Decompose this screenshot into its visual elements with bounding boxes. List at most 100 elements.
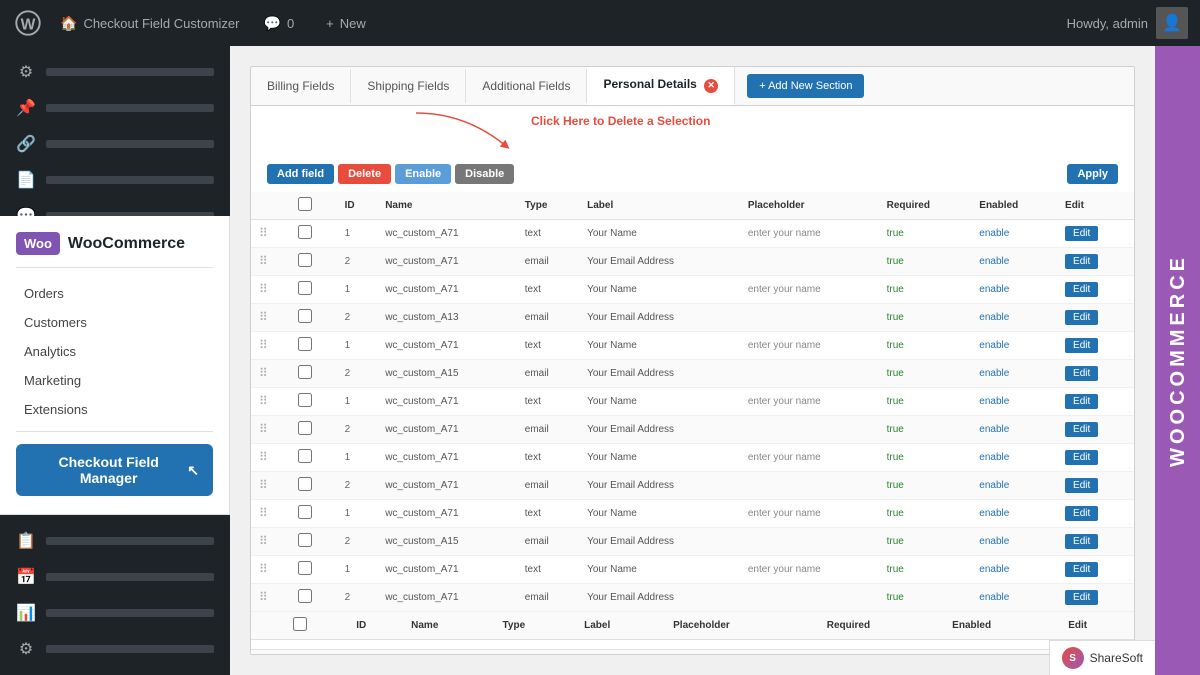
row-checkbox-cell[interactable]	[290, 219, 337, 247]
row-checkbox[interactable]	[298, 337, 312, 351]
sidebar-item-analytics[interactable]: 📊	[0, 595, 230, 631]
drag-handle[interactable]: ⠿	[251, 443, 290, 471]
woo-menu-marketing[interactable]: Marketing	[16, 367, 213, 394]
row-edit-cell[interactable]: Edit	[1057, 219, 1134, 247]
edit-button[interactable]: Edit	[1065, 394, 1098, 409]
edit-button[interactable]: Edit	[1065, 590, 1098, 605]
edit-button[interactable]: Edit	[1065, 282, 1098, 297]
row-edit-cell[interactable]: Edit	[1057, 555, 1134, 583]
row-edit-cell[interactable]: Edit	[1057, 415, 1134, 443]
row-edit-cell[interactable]: Edit	[1057, 303, 1134, 331]
select-all-checkbox[interactable]	[298, 197, 312, 211]
row-edit-cell[interactable]: Edit	[1057, 359, 1134, 387]
edit-button[interactable]: Edit	[1065, 562, 1098, 577]
row-checkbox[interactable]	[298, 365, 312, 379]
tab-billing[interactable]: Billing Fields	[251, 69, 351, 103]
drag-handle[interactable]: ⠿	[251, 415, 290, 443]
row-checkbox[interactable]	[298, 309, 312, 323]
row-edit-cell[interactable]: Edit	[1057, 387, 1134, 415]
new-menu[interactable]: + New	[318, 12, 374, 35]
woo-menu-analytics[interactable]: Analytics	[16, 338, 213, 365]
row-checkbox-cell[interactable]	[290, 443, 337, 471]
sidebar-item-calendar[interactable]: 📅	[0, 559, 230, 595]
add-field-button[interactable]: Add field	[267, 164, 334, 184]
row-checkbox[interactable]	[298, 477, 312, 491]
row-checkbox-cell[interactable]	[290, 275, 337, 303]
add-section-button[interactable]: + Add New Section	[747, 74, 864, 98]
row-edit-cell[interactable]: Edit	[1057, 275, 1134, 303]
drag-handle[interactable]: ⠿	[251, 555, 290, 583]
edit-button[interactable]: Edit	[1065, 226, 1098, 241]
row-checkbox[interactable]	[298, 253, 312, 267]
edit-button[interactable]: Edit	[1065, 310, 1098, 325]
row-checkbox[interactable]	[298, 449, 312, 463]
woo-menu-orders[interactable]: Orders	[16, 280, 213, 307]
user-avatar[interactable]: 👤	[1156, 7, 1188, 39]
woo-menu-checkout-field[interactable]: Checkout Field Manager ↖	[16, 444, 213, 496]
row-edit-cell[interactable]: Edit	[1057, 499, 1134, 527]
tab-close-icon[interactable]: ✕	[704, 79, 718, 93]
row-checkbox-cell[interactable]	[290, 303, 337, 331]
tab-additional[interactable]: Additional Fields	[466, 69, 587, 103]
drag-handle[interactable]: ⠿	[251, 583, 290, 611]
drag-handle[interactable]: ⠿	[251, 219, 290, 247]
drag-handle[interactable]: ⠿	[251, 303, 290, 331]
sidebar-item-reports[interactable]: 📋	[0, 523, 230, 559]
select-all-checkbox-bottom[interactable]	[293, 617, 307, 631]
tab-personal[interactable]: Personal Details ✕	[587, 67, 735, 105]
row-checkbox[interactable]	[298, 281, 312, 295]
sidebar-item-settings[interactable]: ⚙	[0, 631, 230, 667]
row-edit-cell[interactable]: Edit	[1057, 583, 1134, 611]
row-edit-cell[interactable]: Edit	[1057, 527, 1134, 555]
row-edit-cell[interactable]: Edit	[1057, 247, 1134, 275]
tab-shipping[interactable]: Shipping Fields	[351, 69, 466, 103]
disable-button[interactable]: Disable	[455, 164, 514, 184]
row-checkbox-cell[interactable]	[290, 359, 337, 387]
wp-logo-icon[interactable]: W	[12, 7, 44, 39]
drag-handle[interactable]: ⠿	[251, 527, 290, 555]
drag-handle[interactable]: ⠿	[251, 387, 290, 415]
edit-button[interactable]: Edit	[1065, 478, 1098, 493]
sidebar-item-pin[interactable]: 📌	[0, 90, 230, 126]
delete-button[interactable]: Delete	[338, 164, 391, 184]
comments-menu[interactable]: 💬 0	[256, 11, 303, 36]
row-edit-cell[interactable]: Edit	[1057, 331, 1134, 359]
edit-button[interactable]: Edit	[1065, 366, 1098, 381]
sidebar-item-plugins[interactable]: 🔗	[0, 126, 230, 162]
sidebar-item-dashboard[interactable]: ⚙	[0, 54, 230, 90]
row-checkbox-cell[interactable]	[290, 415, 337, 443]
sidebar-item-pages[interactable]: 📄	[0, 162, 230, 198]
row-checkbox-cell[interactable]	[290, 331, 337, 359]
drag-handle[interactable]: ⠿	[251, 471, 290, 499]
edit-button[interactable]: Edit	[1065, 506, 1098, 521]
drag-handle[interactable]: ⠿	[251, 499, 290, 527]
row-checkbox[interactable]	[298, 589, 312, 603]
edit-button[interactable]: Edit	[1065, 534, 1098, 549]
woo-menu-customers[interactable]: Customers	[16, 309, 213, 336]
edit-button[interactable]: Edit	[1065, 254, 1098, 269]
row-checkbox[interactable]	[298, 561, 312, 575]
row-checkbox[interactable]	[298, 393, 312, 407]
edit-button[interactable]: Edit	[1065, 422, 1098, 437]
row-checkbox-cell[interactable]	[290, 555, 337, 583]
row-edit-cell[interactable]: Edit	[1057, 443, 1134, 471]
row-checkbox-cell[interactable]	[290, 387, 337, 415]
edit-button[interactable]: Edit	[1065, 450, 1098, 465]
woo-menu-extensions[interactable]: Extensions	[16, 396, 213, 423]
row-checkbox-cell[interactable]	[290, 247, 337, 275]
drag-handle[interactable]: ⠿	[251, 359, 290, 387]
row-edit-cell[interactable]: Edit	[1057, 471, 1134, 499]
row-checkbox[interactable]	[298, 533, 312, 547]
drag-handle[interactable]: ⠿	[251, 331, 290, 359]
row-checkbox[interactable]	[298, 225, 312, 239]
row-checkbox-cell[interactable]	[290, 471, 337, 499]
row-checkbox-cell[interactable]	[290, 499, 337, 527]
site-name[interactable]: 🏠 Checkout Field Customizer	[60, 15, 240, 32]
enable-button[interactable]: Enable	[395, 164, 451, 184]
row-checkbox-cell[interactable]	[290, 583, 337, 611]
drag-handle[interactable]: ⠿	[251, 275, 290, 303]
drag-handle[interactable]: ⠿	[251, 247, 290, 275]
apply-button[interactable]: Apply	[1067, 164, 1118, 184]
row-checkbox[interactable]	[298, 421, 312, 435]
row-checkbox[interactable]	[298, 505, 312, 519]
